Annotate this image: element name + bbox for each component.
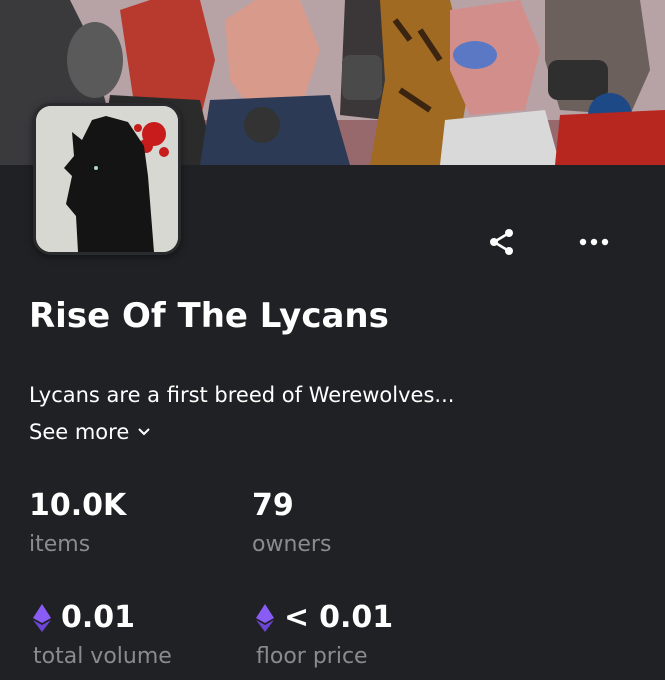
floor-price-value: 0.01 xyxy=(319,600,394,635)
floor-price-label: floor price xyxy=(256,644,368,669)
owners-count: 79 xyxy=(252,488,294,523)
total-volume-value-group: 0.01 xyxy=(33,600,135,635)
see-more-button[interactable]: See more xyxy=(29,420,151,444)
see-more-label: See more xyxy=(29,420,130,444)
share-button[interactable] xyxy=(482,222,522,262)
ethereum-icon xyxy=(33,603,51,632)
collection-title: Rise Of The Lycans xyxy=(29,296,389,336)
collection-page: Rise Of The Lycans Lycans are a first br… xyxy=(0,0,665,680)
collection-description: Lycans are a first breed of Werewolves..… xyxy=(29,383,455,407)
werewolf-silhouette-image xyxy=(36,106,178,252)
total-volume-label: total volume xyxy=(33,644,172,669)
chevron-down-icon xyxy=(137,427,151,437)
owners-label: owners xyxy=(252,532,332,557)
more-options-button[interactable] xyxy=(574,222,614,262)
floor-price-value-group: < 0.01 xyxy=(256,600,393,635)
more-horizontal-icon xyxy=(579,238,609,246)
items-count: 10.0K xyxy=(29,488,127,523)
items-label: items xyxy=(29,532,91,557)
total-volume-value: 0.01 xyxy=(61,600,136,635)
ethereum-icon xyxy=(256,603,274,632)
share-icon xyxy=(490,229,513,255)
collection-avatar xyxy=(33,103,181,255)
floor-price-prefix: < xyxy=(284,600,310,635)
